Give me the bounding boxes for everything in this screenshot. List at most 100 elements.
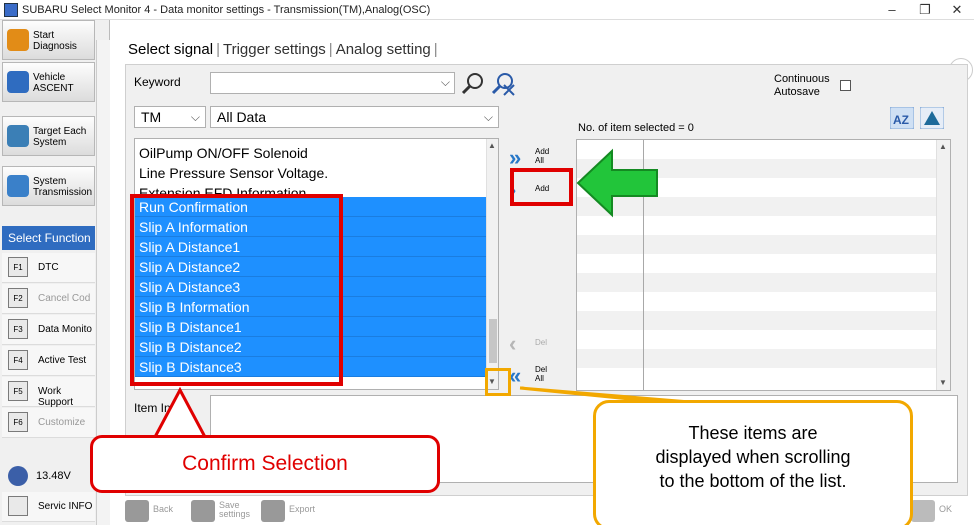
back-label: Back bbox=[153, 504, 174, 514]
export-label: Export bbox=[289, 504, 316, 514]
book-icon bbox=[8, 496, 28, 516]
nav-label: System Transmission bbox=[33, 176, 93, 198]
system-dropdown[interactable]: TM ⌵ bbox=[134, 106, 206, 128]
scroll-down-icon[interactable]: ▼ bbox=[939, 378, 947, 387]
function-label: Customize bbox=[38, 417, 86, 428]
scroll-note-line: to the bottom of the list. bbox=[659, 471, 847, 491]
function-label: Cancel Cod bbox=[38, 293, 91, 304]
confirm-selection-callout: Confirm Selection bbox=[90, 435, 440, 493]
column-divider bbox=[643, 140, 644, 390]
list-row bbox=[577, 273, 937, 292]
f1-icon: F1 bbox=[8, 257, 28, 277]
add-button-highlight-box bbox=[510, 168, 573, 206]
nav-vehicle[interactable]: Vehicle ASCENT bbox=[2, 62, 95, 102]
svg-text:AZ: AZ bbox=[893, 113, 909, 127]
sort-az-icon[interactable]: AZ bbox=[890, 107, 914, 129]
clear-search-icon[interactable] bbox=[490, 71, 516, 97]
scroll-up-icon[interactable]: ▲ bbox=[488, 141, 496, 150]
tab-analog-setting[interactable]: Analog setting bbox=[333, 41, 434, 58]
item-info-label: Item Info bbox=[134, 401, 181, 415]
function-customize[interactable]: F6 Customize bbox=[2, 408, 95, 438]
minimize-button[interactable]: – bbox=[877, 1, 907, 19]
del-button[interactable]: ‹ Del bbox=[507, 327, 551, 359]
nav-start-diagnosis[interactable]: Start Diagnosis bbox=[2, 20, 95, 60]
continuous-label: Continuous bbox=[774, 73, 830, 85]
nav-system-transmission[interactable]: System Transmission bbox=[2, 166, 95, 206]
selected-list-scrollbar[interactable]: ▲ ▼ bbox=[936, 140, 950, 390]
del-all-button[interactable]: « Del All bbox=[507, 359, 551, 391]
search-icon[interactable] bbox=[460, 71, 486, 97]
list-row bbox=[577, 197, 937, 216]
del-label: Del bbox=[535, 338, 548, 347]
list-item[interactable]: Line Pressure Sensor Voltage. bbox=[135, 163, 488, 183]
autosave-label: Autosave bbox=[774, 86, 820, 98]
chevron-down-icon: ⌵ bbox=[190, 110, 200, 124]
app-icon bbox=[4, 3, 18, 17]
back-button[interactable]: Back bbox=[125, 500, 185, 524]
list-item[interactable]: OilPump ON/OFF Solenoid bbox=[135, 143, 488, 163]
function-active-test[interactable]: F4 Active Test bbox=[2, 346, 95, 376]
tab-separator: | bbox=[433, 41, 438, 58]
service-info-label: Servic INFO bbox=[38, 501, 93, 512]
function-label: Data Monito bbox=[38, 324, 92, 335]
f5-icon: F5 bbox=[8, 381, 28, 401]
chevron-left-icon: ‹ bbox=[509, 331, 517, 356]
function-data-monitor[interactable]: F3 Data Monito bbox=[2, 315, 95, 345]
close-button[interactable]: ✕ bbox=[942, 1, 972, 19]
function-work-support[interactable]: F5 Work Support bbox=[2, 377, 95, 408]
keyword-input[interactable]: ⌵ bbox=[210, 72, 455, 94]
scroll-note-line: displayed when scrolling bbox=[655, 447, 851, 467]
sort-custom-icon[interactable] bbox=[920, 107, 944, 129]
list-row bbox=[577, 349, 937, 368]
tab-bar: Select signal | Trigger settings | Analog se… bbox=[125, 41, 438, 63]
selected-count: No. of item selected = 0 bbox=[578, 122, 694, 134]
nav-label: Vehicle ASCENT bbox=[33, 72, 74, 94]
check-icon bbox=[911, 500, 935, 522]
continuous-autosave-label: Continuous Autosave bbox=[774, 73, 830, 99]
list-row bbox=[577, 159, 937, 178]
save-icon bbox=[191, 500, 215, 522]
scroll-up-icon[interactable]: ▲ bbox=[939, 142, 947, 151]
back-arrow-icon bbox=[125, 500, 149, 522]
function-dtc[interactable]: F1 DTC bbox=[2, 253, 95, 283]
battery-voltage: 13.48V bbox=[2, 462, 95, 490]
keyword-label: Keyword bbox=[134, 75, 181, 89]
ok-label: OK bbox=[939, 504, 953, 514]
scroll-thumb[interactable] bbox=[489, 319, 497, 363]
home-icon bbox=[7, 29, 29, 51]
selected-items-list[interactable]: ▲ ▼ bbox=[576, 139, 951, 391]
service-info-button[interactable]: Servic INFO bbox=[2, 492, 95, 522]
function-label: Work Support bbox=[38, 386, 74, 408]
transmission-icon bbox=[7, 175, 29, 197]
function-label: Active Test bbox=[38, 355, 87, 366]
select-function-header: Select Function bbox=[2, 226, 95, 250]
nav-label: Start Diagnosis bbox=[33, 30, 77, 52]
title-bar: SUBARU Select Monitor 4 - Data monitor s… bbox=[0, 0, 974, 20]
list-row bbox=[577, 235, 937, 254]
list-row bbox=[577, 311, 937, 330]
restore-button[interactable]: ❐ bbox=[910, 1, 940, 19]
battery-icon bbox=[8, 466, 28, 486]
del-all-label: Del All bbox=[535, 365, 548, 383]
engine-icon bbox=[7, 125, 29, 147]
nav-target-system[interactable]: Target Each System bbox=[2, 116, 95, 156]
add-all-label: Add All bbox=[535, 147, 550, 165]
save-settings-button[interactable]: Save settings bbox=[191, 500, 257, 524]
car-icon bbox=[7, 71, 29, 93]
save-settings-label: Save settings bbox=[219, 500, 251, 519]
ok-button[interactable]: OK bbox=[911, 500, 971, 524]
tab-select-signal[interactable]: Select signal bbox=[125, 41, 216, 58]
function-label: DTC bbox=[38, 262, 59, 273]
function-cancel-code[interactable]: F2 Cancel Cod bbox=[2, 284, 95, 314]
export-button[interactable]: Export bbox=[261, 500, 321, 524]
f3-icon: F3 bbox=[8, 319, 28, 339]
window-title: SUBARU Select Monitor 4 - Data monitor s… bbox=[22, 4, 431, 16]
signal-list-scrollbar[interactable]: ▲ ▼ bbox=[486, 139, 498, 389]
continuous-autosave-checkbox[interactable] bbox=[840, 80, 851, 91]
tab-trigger-settings[interactable]: Trigger settings bbox=[220, 41, 329, 58]
category-dropdown[interactable]: All Data ⌵ bbox=[210, 106, 499, 128]
chevron-down-icon[interactable]: ⌵ bbox=[441, 75, 450, 90]
scroll-down-highlight-box bbox=[485, 368, 511, 396]
f6-icon: F6 bbox=[8, 412, 28, 432]
scroll-note-callout: These items are displayed when scrolling… bbox=[593, 400, 913, 525]
